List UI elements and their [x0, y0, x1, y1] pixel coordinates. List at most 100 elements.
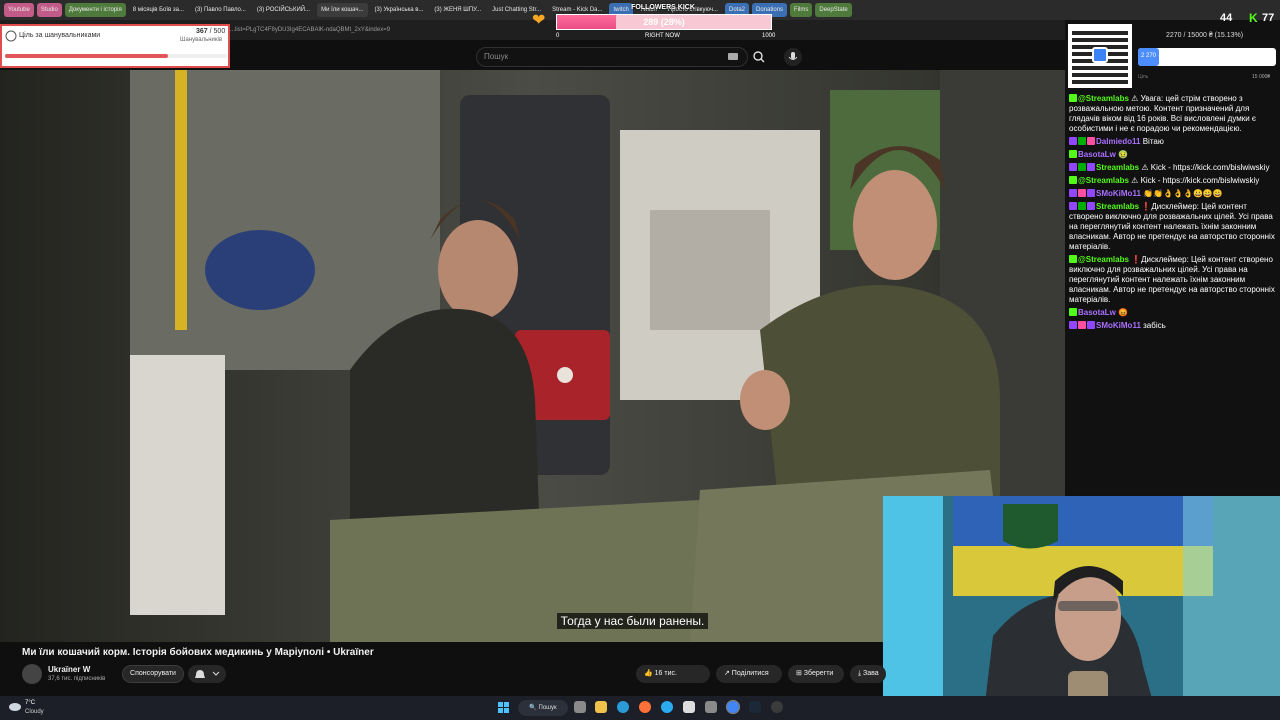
tw-badge-icon	[1087, 202, 1095, 210]
taskbar-search[interactable]: 🔍 Пошук	[518, 700, 568, 716]
search-button[interactable]	[748, 47, 770, 67]
chrome-icon[interactable]	[726, 700, 740, 714]
chat-text: ⚠ Kick - https://kick.com/bislwiwskiy	[1131, 176, 1260, 185]
tw-badge-icon	[1069, 189, 1077, 197]
weather-temp: 7°C	[25, 700, 36, 706]
browser-tab[interactable]: (3) ЖЕНЯ ШПУ...	[430, 3, 485, 17]
webcam-overlay	[883, 496, 1280, 720]
sponsor-button[interactable]: Спонсорувати	[122, 665, 184, 683]
tw-badge-icon	[1069, 163, 1077, 171]
save-button[interactable]: ⊞ Зберегти	[788, 665, 844, 683]
chat-username[interactable]: BasotaLw	[1078, 308, 1116, 317]
followers-now-label: RIGHT NOW	[645, 33, 680, 39]
tw-badge-icon	[1069, 202, 1077, 210]
browser-tab[interactable]: (3) Павло Павло...	[191, 3, 250, 17]
chat-message: @Streamlabs ❗Дисклеймер: Цей контент ств…	[1069, 255, 1277, 305]
app-icon[interactable]	[705, 701, 717, 713]
microphone-icon	[788, 52, 798, 60]
cloud-weather-icon	[9, 703, 21, 711]
channel-avatar[interactable]	[22, 664, 42, 684]
chat-text: 😡	[1118, 308, 1128, 317]
chat-message: @Streamlabs ⚠ Увага: цей стрім створено …	[1069, 94, 1277, 134]
sub-badge-icon	[1078, 321, 1086, 329]
chat-text: 🤢	[1118, 150, 1128, 159]
search-icon	[753, 51, 765, 63]
chat-message: BasotaLw 🤢	[1069, 150, 1277, 160]
browser-tab[interactable]: DeepState	[815, 3, 852, 17]
chat-username[interactable]: Dalmiedo11	[1096, 137, 1140, 146]
channel-name[interactable]: Ukraїner W	[48, 665, 90, 674]
keyboard-icon[interactable]	[728, 53, 738, 60]
search-input[interactable]	[476, 47, 748, 67]
like-button[interactable]: 👍 16 тис.	[636, 665, 710, 683]
address-bar[interactable]: ...list=PLgTC4F8yDU3Ig4ECABAlK-ndaQBMt_2…	[230, 27, 390, 33]
qr-logo-icon	[1092, 47, 1108, 63]
windows-start-icon[interactable]	[498, 702, 510, 714]
mod-badge-icon	[1078, 202, 1086, 210]
goal-progress-fill	[5, 54, 168, 58]
goal-subtitle: Шанувальників	[180, 37, 223, 43]
browser-tab[interactable]: Films	[790, 3, 813, 17]
download-button[interactable]: ⤓ Зава	[850, 665, 886, 683]
microphone-button[interactable]	[784, 48, 802, 66]
browser-tab[interactable]: Документи і історія	[64, 3, 126, 17]
obs-icon[interactable]	[771, 701, 783, 713]
cloud-icon	[5, 30, 17, 42]
sub-badge-icon	[1078, 189, 1086, 197]
chat-username[interactable]: @Streamlabs	[1078, 176, 1129, 185]
firefox-icon[interactable]	[639, 701, 651, 713]
chat-username[interactable]: SMoKiMo11	[1096, 189, 1141, 198]
store-icon[interactable]	[683, 701, 695, 713]
share-button[interactable]: ↗ Поділитися	[716, 665, 782, 683]
file-explorer-icon[interactable]	[595, 701, 607, 713]
tw-badge-icon	[1069, 137, 1077, 145]
followers-title: FOLLOWERS KICK	[631, 4, 695, 11]
browser-tab[interactable]: (3) РОСІЙСЬКИЙ...	[253, 3, 314, 17]
tw-badge-icon	[1069, 321, 1077, 329]
subscribe-bell-button[interactable]	[188, 665, 226, 683]
kick-logo-icon: K	[1249, 11, 1258, 25]
chat-message: @Streamlabs ⚠ Kick - https://kick.com/bi…	[1069, 176, 1277, 186]
chat-text: 👏👏👌👌👌😀😀😀	[1143, 189, 1223, 198]
kick-badge-icon	[1069, 308, 1077, 316]
browser-tab[interactable]: (3) Українська в...	[371, 3, 428, 17]
shield-icon	[1003, 504, 1058, 549]
chat-username[interactable]: BasotaLw	[1078, 150, 1116, 159]
browser-tab[interactable]: Studio	[36, 3, 62, 17]
chat-username[interactable]: SMoKiMo11	[1096, 321, 1141, 330]
search-placeholder: Пошук	[484, 52, 509, 61]
telegram-icon[interactable]	[661, 701, 673, 713]
kick-badge-icon	[1069, 150, 1077, 158]
sub-badge-icon	[1087, 137, 1095, 145]
browser-tab[interactable]: Ми їли кошач...	[317, 3, 368, 17]
chat-username[interactable]: Streamlabs	[1096, 163, 1139, 172]
followers-min: 0	[556, 33, 560, 39]
mod-badge-icon	[1078, 163, 1086, 171]
heart-icon: ❤	[532, 12, 546, 29]
chat-username[interactable]: @Streamlabs	[1078, 94, 1129, 103]
chat-feed: @Streamlabs ⚠ Увага: цей стрім створено …	[1069, 94, 1277, 334]
steam-icon[interactable]	[749, 701, 761, 713]
webcam-frame	[883, 496, 1280, 720]
donation-goal-text: 2270 / 15000 ₴ (15.13%)	[1166, 32, 1244, 39]
donation-max: 15 000₴	[1252, 74, 1271, 80]
followers-value: 289 (28%)	[643, 17, 685, 27]
browser-tab[interactable]: 8 місяців Боїв за...	[129, 3, 188, 17]
chat-username[interactable]: @Streamlabs	[1078, 255, 1129, 264]
kick-badge-icon	[1069, 176, 1077, 184]
chat-message: BasotaLw 😡	[1069, 308, 1277, 318]
chat-username[interactable]: Streamlabs	[1096, 202, 1139, 211]
edge-browser-icon[interactable]	[617, 701, 629, 713]
tw-badge-icon	[1087, 163, 1095, 171]
weather-desc: Cloudy	[25, 709, 44, 715]
browser-tab[interactable]: Youtube	[4, 3, 34, 17]
task-view-icon[interactable]	[574, 701, 586, 713]
chat-text: ⚠ Kick - https://kick.com/bislwiwskiy	[1141, 163, 1270, 172]
chat-message: Streamlabs ❗Дисклеймер: Цей контент ство…	[1069, 202, 1277, 252]
followers-max: 1000	[762, 33, 776, 39]
chat-message: SMoKiMo11 забісь	[1069, 321, 1277, 331]
video-title: Ми їли кошачий корм. Історія бойових мед…	[22, 647, 374, 658]
chat-text: забісь	[1143, 321, 1166, 330]
goal-count: 367 / 500	[196, 28, 226, 35]
kick-badge-icon	[1069, 255, 1077, 263]
